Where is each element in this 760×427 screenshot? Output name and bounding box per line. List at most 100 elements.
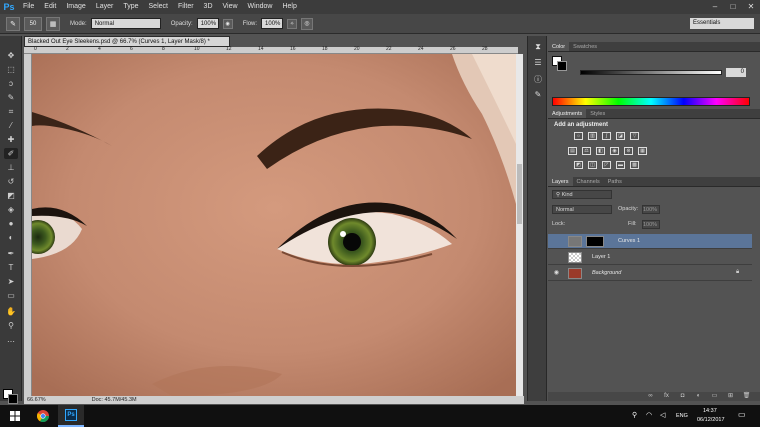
clock-time[interactable]: 14:37 [703, 408, 717, 414]
new-layer-icon[interactable]: ⊞ [726, 392, 735, 401]
color-balance-icon[interactable]: ⚖ [582, 147, 591, 155]
tab-swatches[interactable]: Swatches [569, 42, 601, 51]
healing-brush-tool-icon[interactable]: ✚ [4, 134, 18, 145]
curves-icon[interactable]: ∫ [602, 132, 611, 140]
scrollbar-thumb[interactable] [517, 164, 522, 224]
delete-layer-icon[interactable]: 🗑︎ [742, 392, 751, 401]
invert-icon[interactable]: ◩ [574, 161, 583, 169]
visibility-toggle-icon[interactable] [552, 237, 561, 246]
layer-filter-dropdown[interactable]: ⚲ Kind [552, 190, 612, 199]
opacity-pressure-icon[interactable]: ◉ [222, 18, 233, 29]
visibility-toggle-icon[interactable] [552, 253, 561, 262]
eyedropper-tool-icon[interactable]: ⁄ [4, 120, 18, 131]
vibrance-icon[interactable]: ▽ [630, 132, 639, 140]
levels-icon[interactable]: ▥ [588, 132, 597, 140]
channel-mixer-icon[interactable]: ⊛ [624, 147, 633, 155]
layer-style-icon[interactable]: fx [662, 392, 671, 401]
fill-input[interactable]: 100% [642, 220, 660, 229]
grayscale-slider[interactable] [580, 70, 722, 75]
layer-row[interactable]: Curves 1 [548, 234, 752, 249]
marquee-tool-icon[interactable]: ⬚ [4, 64, 18, 75]
wifi-icon[interactable]: ◠ [646, 411, 652, 419]
add-mask-icon[interactable]: ◘ [678, 392, 687, 401]
network-icon[interactable]: ⚲ [632, 411, 637, 419]
type-tool-icon[interactable]: T [4, 262, 18, 273]
more-tools-icon[interactable]: ⋯ [4, 336, 18, 347]
crop-tool-icon[interactable]: ⌗ [4, 106, 18, 117]
quick-select-tool-icon[interactable]: ✎ [4, 92, 18, 103]
black-white-icon[interactable]: ◧ [596, 147, 605, 155]
rectangle-tool-icon[interactable]: ▭ [4, 290, 18, 301]
menu-select[interactable]: Select [144, 0, 173, 14]
history-brush-tool-icon[interactable]: ↺ [4, 176, 18, 187]
menu-view[interactable]: View [218, 0, 243, 14]
tab-paths[interactable]: Paths [604, 177, 626, 186]
mode-dropdown[interactable]: Normal [90, 18, 161, 29]
eraser-tool-icon[interactable]: ◩ [4, 190, 18, 201]
gradient-map-icon[interactable]: ▬ [616, 161, 625, 169]
color-lookup-icon[interactable]: ▦ [638, 147, 647, 155]
brush-tool-icon[interactable]: ✐ [4, 148, 18, 159]
menu-image[interactable]: Image [61, 0, 90, 14]
blur-tool-icon[interactable]: ● [4, 218, 18, 229]
layer-opacity-input[interactable]: 100% [642, 205, 660, 214]
clock-date[interactable]: 06/12/2017 [697, 417, 725, 423]
posterize-icon[interactable]: ◫ [588, 161, 597, 169]
clone-stamp-tool-icon[interactable]: ⊥ [4, 162, 18, 173]
brush-presets-panel-icon[interactable]: ✎ [532, 90, 544, 100]
color-value-input[interactable]: 0 [726, 68, 746, 77]
tab-styles[interactable]: Styles [586, 109, 609, 118]
threshold-icon[interactable]: ◸ [602, 161, 611, 169]
document-canvas[interactable] [32, 54, 516, 396]
blend-mode-dropdown[interactable]: Normal [552, 205, 612, 214]
photo-filter-icon[interactable]: ◉ [610, 147, 619, 155]
layer-row[interactable]: Layer 1 [548, 250, 752, 265]
tab-layers[interactable]: Layers [548, 177, 573, 186]
menu-filter[interactable]: Filter [173, 0, 199, 14]
chrome-app-icon[interactable] [30, 405, 56, 427]
link-layers-icon[interactable]: ∞ [646, 392, 655, 401]
dodge-tool-icon[interactable]: ◐ [4, 232, 18, 243]
color-panel-background-swatch[interactable] [557, 61, 567, 71]
tab-channels[interactable]: Channels [573, 177, 604, 186]
menu-help[interactable]: Help [277, 0, 301, 14]
maximize-button[interactable]: □ [724, 0, 742, 14]
menu-type[interactable]: Type [118, 0, 143, 14]
zoom-tool-icon[interactable]: ⚲ [4, 320, 18, 331]
zoom-level[interactable]: 66.67% [24, 397, 49, 403]
minimize-button[interactable]: – [706, 0, 724, 14]
lasso-tool-icon[interactable]: ↄ [4, 78, 18, 89]
selective-color-icon[interactable]: ▩ [630, 161, 639, 169]
volume-icon[interactable]: ◁ [660, 411, 665, 419]
history-panel-icon[interactable]: ⧗ [532, 42, 544, 52]
path-selection-tool-icon[interactable]: ➤ [4, 276, 18, 287]
menu-layer[interactable]: Layer [91, 0, 119, 14]
exposure-icon[interactable]: ◪ [616, 132, 625, 140]
tab-color[interactable]: Color [548, 42, 570, 51]
eye-icon[interactable]: ◉ [552, 269, 561, 278]
photoshop-app-icon[interactable]: Ps [58, 405, 84, 427]
language-indicator[interactable]: ENG [676, 413, 688, 419]
brush-panel-toggle-icon[interactable]: ▦ [46, 16, 60, 31]
move-tool-icon[interactable]: ✥ [4, 50, 18, 61]
menu-window[interactable]: Window [243, 0, 278, 14]
layer-mask-thumbnail[interactable] [586, 236, 604, 247]
tab-adjustments[interactable]: Adjustments [548, 109, 587, 118]
info-panel-icon[interactable]: ⓘ [532, 74, 544, 84]
close-button[interactable]: ✕ [742, 0, 760, 14]
brightness-contrast-icon[interactable]: ☼ [574, 132, 583, 140]
size-pressure-icon[interactable]: ◎ [301, 17, 314, 30]
properties-panel-icon[interactable]: ☰ [532, 58, 544, 68]
new-group-icon[interactable]: ▭ [710, 392, 719, 401]
airbrush-icon[interactable]: ✧ [287, 18, 298, 29]
pen-tool-icon[interactable]: ✒ [4, 248, 18, 259]
canvas-vertical-scrollbar[interactable] [516, 54, 523, 396]
paint-bucket-tool-icon[interactable]: ◈ [4, 204, 18, 215]
windows-start-icon[interactable] [2, 405, 28, 427]
background-color-swatch[interactable] [8, 394, 18, 404]
flow-input[interactable]: 100% [261, 18, 284, 29]
action-center-icon[interactable]: ▭ [738, 410, 746, 419]
workspace-dropdown[interactable]: Essentials [690, 18, 754, 29]
brush-size-picker[interactable]: 50 [24, 16, 42, 31]
color-spectrum-bar[interactable] [552, 97, 750, 106]
